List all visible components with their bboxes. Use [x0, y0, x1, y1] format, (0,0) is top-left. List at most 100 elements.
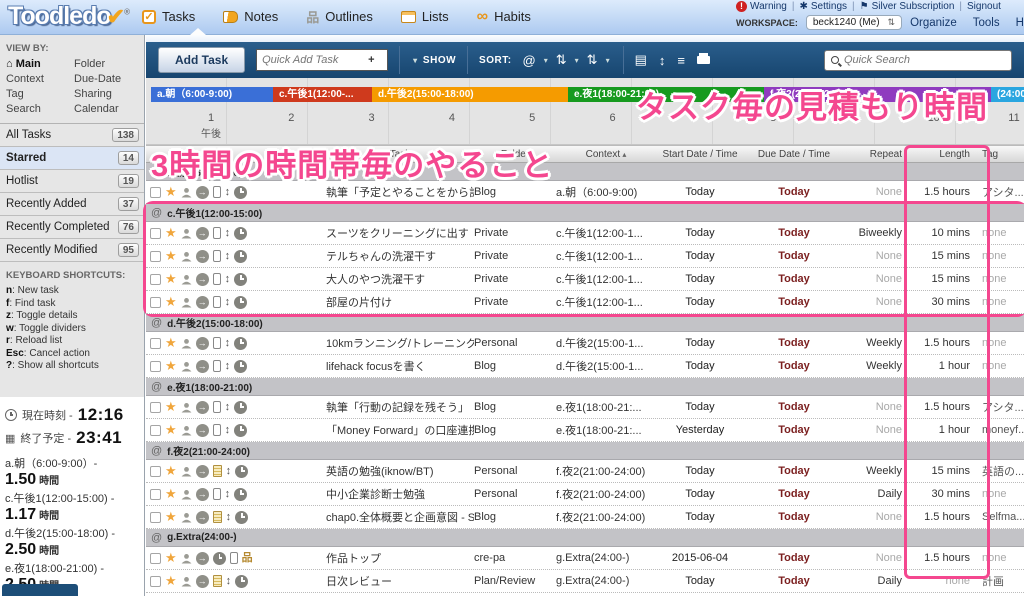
account-link-signout[interactable]: Signout [967, 1, 1001, 12]
updown-icon[interactable]: ↕ [225, 425, 231, 436]
phone-icon[interactable] [213, 227, 221, 239]
task-row[interactable]: ★→↕執筆「行動の記録を残そう」Bloge.夜1(18:00-21:...Tod… [146, 396, 1024, 419]
nav-item-lists[interactable]: Lists [401, 9, 449, 24]
view-by-search[interactable]: Search [6, 103, 74, 115]
task-folder[interactable]: Private [474, 296, 556, 308]
time-band[interactable]: a.朝（6:00-9:00) [151, 87, 273, 102]
person-icon[interactable] [181, 274, 192, 285]
checkbox-icon[interactable] [150, 251, 161, 262]
task-folder[interactable]: Blog [474, 424, 556, 436]
star-icon[interactable]: ★ [165, 273, 177, 285]
forward-icon[interactable]: → [196, 250, 209, 263]
print-icon[interactable] [697, 56, 710, 64]
forward-icon[interactable]: → [196, 360, 209, 373]
workspace-select[interactable]: beck1240 (Me)⇅ [806, 15, 902, 30]
task-folder[interactable]: Personal [474, 337, 556, 349]
star-icon[interactable]: ★ [165, 250, 177, 262]
star-icon[interactable]: ★ [165, 511, 177, 523]
star-icon[interactable]: ★ [165, 575, 177, 587]
toodledo-logo[interactable]: Toodledo✔® [8, 2, 129, 31]
section-header[interactable]: @e.夜1(18:00-21:00) [146, 378, 1024, 396]
column-header-task[interactable]: Task [326, 149, 474, 160]
timer-icon[interactable] [213, 552, 226, 565]
account-link-silver-subscription[interactable]: ⚑Silver Subscription [860, 1, 955, 12]
view-by-main[interactable]: ⌂ Main [6, 58, 74, 70]
checkbox-icon[interactable] [150, 512, 161, 523]
updown-icon[interactable]: ↕ [225, 274, 231, 285]
nav-item-outlines[interactable]: 品Outlines [306, 7, 373, 26]
task-context[interactable]: d.午後2(15:00-1... [556, 335, 656, 351]
divider-icon[interactable]: ↕ [659, 53, 666, 68]
updown-icon[interactable]: ↕ [225, 402, 231, 413]
person-icon[interactable] [181, 187, 192, 198]
updown-icon[interactable]: ↕ [226, 576, 232, 587]
task-row[interactable]: ★→↕chap0.全体概要と企画意図 - Selfmana...Blogf.夜2… [146, 506, 1024, 529]
star-icon[interactable]: ★ [165, 401, 177, 413]
quick-search-input[interactable] [844, 54, 996, 66]
column-header-due[interactable]: Due Date / Time [744, 149, 844, 160]
task-row[interactable]: ★→↕10kmランニング/トレーニングPersonald.午後2(15:00-1… [146, 332, 1024, 355]
checkbox-icon[interactable] [150, 228, 161, 239]
task-context[interactable]: c.午後1(12:00-1... [556, 225, 656, 241]
person-icon[interactable] [181, 402, 192, 413]
timer-icon[interactable] [235, 511, 248, 524]
star-icon[interactable]: ★ [165, 465, 177, 477]
section-header[interactable]: @f.夜2(21:00-24:00) [146, 442, 1024, 460]
task-row[interactable]: ★→↕テルちゃんの洗濯干すPrivatec.午後1(12:00-1...Toda… [146, 245, 1024, 268]
checkbox-icon[interactable] [150, 402, 161, 413]
section-header[interactable]: @d.午後2(15:00-18:00) [146, 314, 1024, 332]
timer-icon[interactable] [234, 227, 247, 240]
task-title[interactable]: 作品トップ [326, 550, 474, 566]
nav-item-notes[interactable]: Notes [223, 9, 278, 24]
task-title[interactable]: 執筆「予定とやることをから計画を立... [326, 184, 474, 200]
updown-icon[interactable]: ↕ [225, 297, 231, 308]
forward-icon[interactable]: → [196, 227, 209, 240]
task-title[interactable]: 大人のやつ洗濯干す [326, 271, 474, 287]
nav-item-tasks[interactable]: ✓Tasks [142, 9, 195, 24]
note-icon[interactable] [213, 465, 222, 477]
sort-option-icon[interactable]: @ [523, 53, 536, 68]
person-icon[interactable] [181, 425, 192, 436]
phone-icon[interactable] [213, 250, 221, 262]
phone-icon[interactable] [213, 186, 221, 198]
phone-icon[interactable] [213, 337, 221, 349]
quick-add-plus-icon[interactable]: + [368, 54, 374, 66]
section-header[interactable]: @a.朝（6:00-9:00) [146, 163, 1024, 181]
sidebar-item-hotlist[interactable]: Hotlist19 [0, 170, 144, 193]
star-icon[interactable]: ★ [165, 424, 177, 436]
timer-icon[interactable] [234, 424, 247, 437]
task-folder[interactable]: Blog [474, 401, 556, 413]
forward-icon[interactable]: → [196, 424, 209, 437]
timer-icon[interactable] [234, 273, 247, 286]
task-row[interactable]: ★→↕スーツをクリーニングに出すPrivatec.午後1(12:00-1...T… [146, 222, 1024, 245]
task-folder[interactable]: Personal [474, 465, 556, 477]
list-view-icon[interactable]: ▤ [635, 52, 647, 68]
person-icon[interactable] [181, 338, 192, 349]
task-folder[interactable]: Blog [474, 511, 556, 523]
updown-icon[interactable]: ↕ [226, 512, 232, 523]
timer-icon[interactable] [234, 360, 247, 373]
star-icon[interactable]: ★ [165, 552, 177, 564]
task-context[interactable]: e.夜1(18:00-21:... [556, 422, 656, 438]
person-icon[interactable] [181, 251, 192, 262]
timer-icon[interactable] [234, 337, 247, 350]
task-title[interactable]: 「Money Forward」の口座連携、バジ... [326, 422, 474, 438]
phone-icon[interactable] [213, 424, 221, 436]
updown-icon[interactable]: ↕ [225, 489, 231, 500]
forward-icon[interactable]: → [196, 401, 209, 414]
task-folder[interactable]: Personal [474, 488, 556, 500]
column-header-tag[interactable]: Tag [974, 149, 1024, 160]
forward-icon[interactable]: → [196, 552, 209, 565]
timer-icon[interactable] [234, 296, 247, 309]
task-row[interactable]: ★→↕大人のやつ洗濯干すPrivatec.午後1(12:00-1...Today… [146, 268, 1024, 291]
view-by-due-date[interactable]: Due-Date [74, 73, 138, 85]
time-band[interactable]: d.午後2(15:00-18:00) [372, 87, 568, 102]
view-by-tag[interactable]: Tag [6, 88, 74, 100]
account-link-settings[interactable]: ✱Settings [799, 1, 847, 12]
forward-icon[interactable]: → [196, 488, 209, 501]
checkbox-icon[interactable] [150, 274, 161, 285]
person-icon[interactable] [181, 489, 192, 500]
time-band[interactable]: f.夜2(21:00-24:00) [764, 87, 991, 102]
task-context[interactable]: f.夜2(21:00-24:00) [556, 486, 656, 502]
forward-icon[interactable]: → [196, 575, 209, 588]
